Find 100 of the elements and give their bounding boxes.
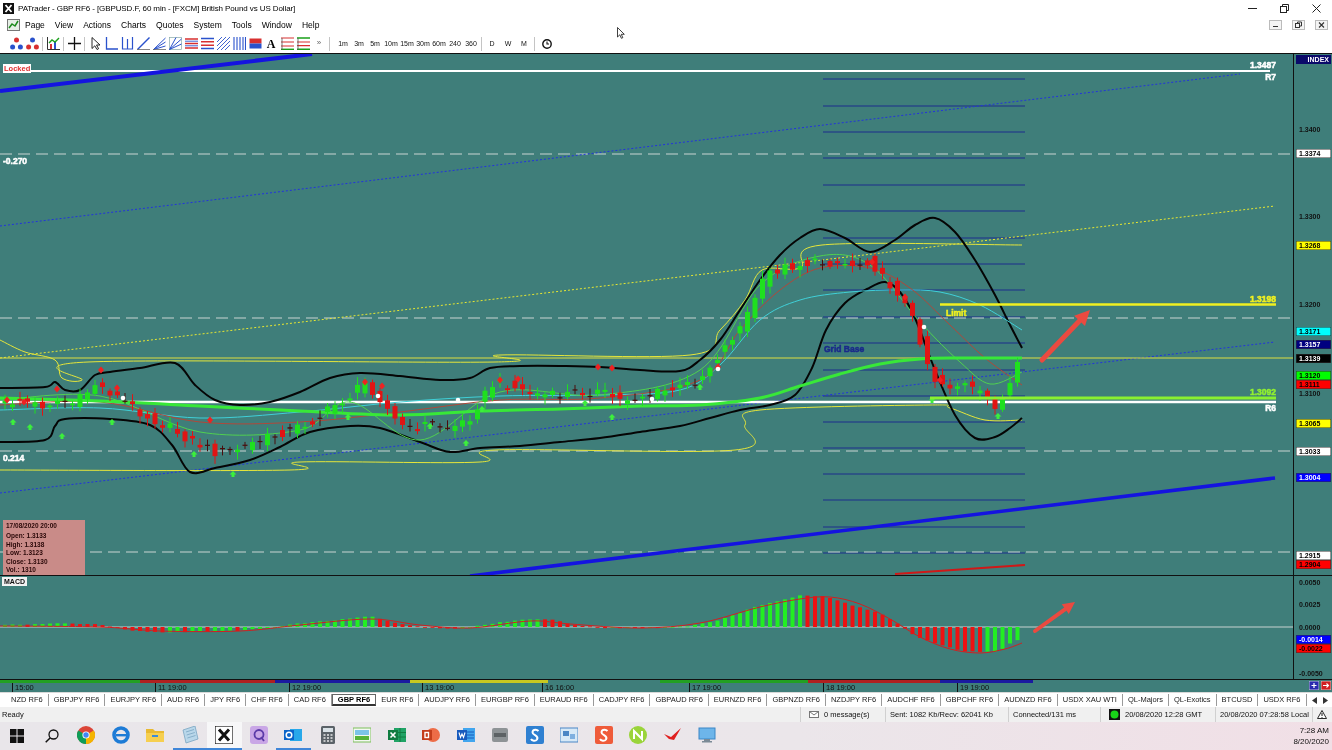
chart-label: Limit — [946, 307, 967, 318]
close-icon[interactable] — [1315, 20, 1328, 30]
diamond-icon — [4, 396, 10, 404]
pointer-icon[interactable] — [88, 37, 102, 50]
chart-label: Grid Base — [824, 344, 865, 354]
diamond-icon — [379, 382, 385, 390]
minimize-icon[interactable] — [1247, 7, 1257, 9]
chart-label: R6 — [1265, 403, 1276, 413]
diamond-icon — [114, 384, 120, 392]
vertical-lines-icon[interactable] — [232, 37, 246, 50]
spreadsheet-icon — [387, 726, 406, 744]
more-tools-button[interactable]: » — [312, 36, 326, 50]
cluster-icon[interactable] — [25, 37, 39, 50]
text-tool-button[interactable]: A — [264, 36, 278, 51]
hatch-icon[interactable] — [216, 37, 230, 50]
stacked-lines-icon[interactable] — [296, 37, 310, 50]
drive-icon — [491, 726, 510, 744]
wave-tile-icon — [525, 726, 544, 744]
close-icon[interactable] — [1311, 3, 1321, 13]
clock-icon[interactable] — [542, 38, 552, 49]
chart-icon[interactable] — [46, 37, 60, 50]
dot-icon — [715, 366, 721, 372]
diamond-icon — [869, 258, 875, 266]
diamond-icon — [902, 293, 908, 301]
restore-icon[interactable] — [1292, 20, 1305, 30]
chart-label: 1.3487 — [1250, 60, 1276, 70]
up-arrow-icon — [26, 424, 34, 430]
diagonal-line-icon[interactable] — [136, 37, 150, 50]
menu-item[interactable]: System — [188, 20, 227, 30]
presentation-icon — [422, 726, 441, 744]
caret-left-icon[interactable] — [1312, 696, 1317, 704]
ring-icon — [111, 726, 130, 744]
menu-item[interactable]: View — [49, 20, 79, 30]
up-arrow-icon — [581, 400, 589, 406]
fan-icon[interactable] — [168, 37, 182, 50]
up-arrow-icon — [9, 419, 17, 425]
dot-icon — [120, 395, 126, 401]
menu-item[interactable]: Window — [256, 20, 297, 30]
menu-item[interactable]: Charts — [116, 20, 152, 30]
rectangle-icon[interactable] — [248, 37, 262, 50]
dot-icon — [649, 396, 655, 402]
diamond-icon — [515, 375, 521, 383]
chart-label: 0.214 — [3, 453, 25, 463]
restore-icon[interactable] — [1279, 3, 1289, 13]
magnifier-tile-icon — [249, 726, 268, 744]
crosshair-icon[interactable] — [67, 37, 81, 50]
level-lines-icon[interactable] — [184, 37, 198, 50]
diamond-icon — [207, 416, 213, 424]
mail-icon — [284, 726, 303, 744]
caret-right-icon[interactable] — [1323, 696, 1328, 704]
diamond-icon — [98, 366, 104, 374]
chart-label: 1.3092 — [1250, 387, 1276, 397]
chart-label: R7 — [1265, 72, 1276, 82]
cluster-icon[interactable] — [9, 37, 23, 50]
up-arrow-icon — [229, 471, 237, 477]
up-arrow-icon — [108, 419, 116, 425]
diamond-icon — [362, 378, 368, 386]
circle-icon — [629, 726, 648, 744]
diamond-icon — [497, 376, 503, 384]
document-icon — [456, 726, 475, 744]
up-arrow-icon — [928, 397, 936, 403]
annotation-arrow — [1039, 310, 1090, 363]
minimize-icon[interactable] — [1269, 20, 1282, 30]
windows-icon[interactable] — [10, 729, 25, 743]
menu-item[interactable]: Tools — [226, 20, 257, 30]
dot-icon — [921, 324, 927, 330]
color-wheel-icon — [77, 726, 96, 744]
picture-icon — [560, 726, 579, 744]
up-arrow-icon — [58, 433, 66, 439]
plus-icon[interactable] — [1309, 681, 1319, 690]
arrow-right-icon[interactable] — [1321, 681, 1331, 690]
menu-item[interactable]: Page — [20, 20, 50, 30]
bracket-icon[interactable] — [120, 37, 134, 50]
annotation-arrow — [1033, 602, 1075, 633]
notepad-icon — [180, 726, 199, 744]
picture-icon — [353, 726, 372, 744]
chart-label: -0.270 — [3, 156, 28, 166]
corner-line-icon[interactable] — [104, 37, 118, 50]
diamond-icon — [54, 385, 60, 393]
menu-item[interactable]: Actions — [78, 20, 116, 30]
dot-icon — [375, 393, 381, 399]
taskbar-button[interactable] — [207, 722, 242, 750]
chart-label: 1.3198 — [1250, 294, 1276, 304]
menu-item[interactable]: Help — [296, 20, 325, 30]
stacked-lines-icon[interactable] — [280, 37, 294, 50]
level-lines-icon[interactable] — [200, 37, 214, 50]
clock-date: 8/20/2020 — [1293, 736, 1329, 747]
warning-icon — [1317, 710, 1327, 719]
folder-icon — [146, 726, 165, 744]
fan-icon[interactable] — [152, 37, 166, 50]
envelope-icon — [809, 711, 819, 718]
diamond-icon — [21, 398, 27, 406]
up-arrow-icon — [608, 414, 616, 420]
dot-icon — [455, 397, 461, 403]
up-arrow-icon — [344, 414, 352, 420]
search-icon[interactable] — [44, 729, 59, 743]
up-arrow-icon — [994, 413, 1002, 419]
menu-item[interactable]: Quotes — [151, 20, 189, 30]
calculator-icon — [318, 726, 337, 744]
window-title: PATrader - GBP RF6 - [GBPUSD.F, 60 min - [FXCM] British Pound vs US Dollar] — [18, 3, 296, 13]
